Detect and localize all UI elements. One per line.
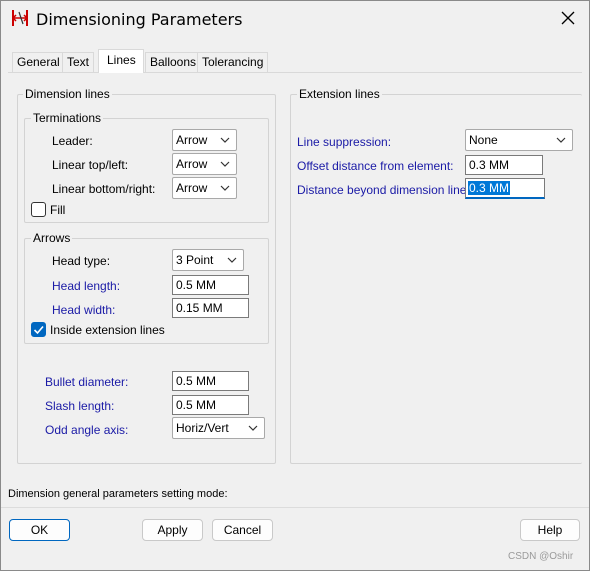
head-length-value: 0.5 MM: [176, 278, 217, 292]
offset-distance-label: Offset distance from element:: [297, 159, 454, 173]
slash-length-field[interactable]: 0.5 MM: [172, 395, 249, 415]
checkmark-icon: [33, 325, 44, 335]
arrows-heading: Arrows: [31, 231, 73, 245]
close-icon: [561, 11, 575, 28]
extension-lines-heading: Extension lines: [297, 87, 382, 101]
linear-top-left-select[interactable]: Arrow: [172, 153, 237, 175]
terminations-heading: Terminations: [31, 111, 104, 125]
line-suppression-value: None: [469, 133, 498, 147]
chevron-down-icon: [220, 161, 230, 167]
tab-label: Text: [67, 55, 90, 69]
tab-tolerancing[interactable]: Tolerancing: [197, 52, 269, 72]
status-text: Dimension general parameters setting mod…: [8, 488, 228, 500]
fill-label: Fill: [50, 203, 66, 217]
leader-label: Leader:: [52, 134, 93, 148]
dimension-lines-heading: Dimension lines: [23, 87, 112, 101]
dimension-app-icon: [10, 8, 30, 28]
ok-button[interactable]: OK: [9, 519, 70, 541]
head-length-field[interactable]: 0.5 MM: [172, 275, 249, 295]
chevron-down-icon: [227, 257, 237, 263]
bullet-diameter-label: Bullet diameter:: [45, 375, 129, 389]
line-suppression-label: Line suppression:: [297, 135, 392, 149]
bullet-diameter-value: 0.5 MM: [176, 374, 217, 388]
linear-bottom-right-value: Arrow: [176, 181, 208, 195]
tab-label: Balloons: [150, 55, 197, 69]
leader-value: Arrow: [176, 133, 208, 147]
chevron-down-icon: [220, 137, 230, 143]
watermark: CSDN @Oshir: [508, 551, 574, 562]
tab-text[interactable]: Text: [62, 52, 95, 72]
tab-balloons[interactable]: Balloons: [145, 52, 202, 72]
tab-label: Lines: [107, 53, 136, 67]
head-width-label: Head width:: [52, 303, 116, 317]
tab-label: Tolerancing: [202, 55, 264, 69]
head-width-value: 0.15 MM: [176, 301, 223, 315]
chevron-down-icon: [556, 137, 566, 143]
line-suppression-select[interactable]: None: [465, 129, 573, 151]
tab-general[interactable]: General: [12, 52, 65, 72]
head-width-field[interactable]: 0.15 MM: [172, 298, 249, 318]
fill-checkbox[interactable]: [31, 202, 46, 217]
offset-distance-value: 0.3 MM: [469, 158, 510, 172]
slash-length-label: Slash length:: [45, 399, 115, 413]
distance-beyond-label: Distance beyond dimension line:: [297, 183, 470, 197]
head-type-select[interactable]: 3 Point: [172, 249, 244, 271]
close-button[interactable]: [552, 4, 584, 34]
linear-top-left-label: Linear top/left:: [52, 158, 129, 172]
linear-top-left-value: Arrow: [176, 157, 208, 171]
inside-extension-lines-checkbox[interactable]: [31, 322, 46, 337]
apply-button[interactable]: Apply: [142, 519, 203, 541]
window-title: Dimensioning Parameters: [36, 10, 243, 29]
bottom-divider: [0, 507, 590, 508]
bullet-diameter-field[interactable]: 0.5 MM: [172, 371, 249, 391]
distance-beyond-field[interactable]: 0.3 MM: [465, 178, 545, 199]
leader-select[interactable]: Arrow: [172, 129, 237, 151]
tab-label: General: [17, 55, 60, 69]
chevron-down-icon: [248, 425, 258, 431]
linear-bottom-right-select[interactable]: Arrow: [172, 177, 237, 199]
tab-lines[interactable]: Lines: [98, 49, 144, 73]
odd-angle-axis-select[interactable]: Horiz/Vert: [172, 417, 265, 439]
head-type-label: Head type:: [52, 254, 111, 268]
distance-beyond-value: 0.3 MM: [468, 181, 511, 195]
chevron-down-icon: [220, 185, 230, 191]
odd-angle-axis-label: Odd angle axis:: [45, 423, 129, 437]
head-type-value: 3 Point: [176, 253, 214, 267]
inside-extension-lines-label: Inside extension lines: [50, 323, 165, 337]
slash-length-value: 0.5 MM: [176, 398, 217, 412]
offset-distance-field[interactable]: 0.3 MM: [465, 155, 543, 175]
odd-angle-axis-value: Horiz/Vert: [176, 421, 229, 435]
linear-bottom-right-label: Linear bottom/right:: [52, 182, 156, 196]
cancel-button[interactable]: Cancel: [212, 519, 273, 541]
help-button[interactable]: Help: [520, 519, 580, 541]
head-length-label: Head length:: [52, 279, 121, 293]
